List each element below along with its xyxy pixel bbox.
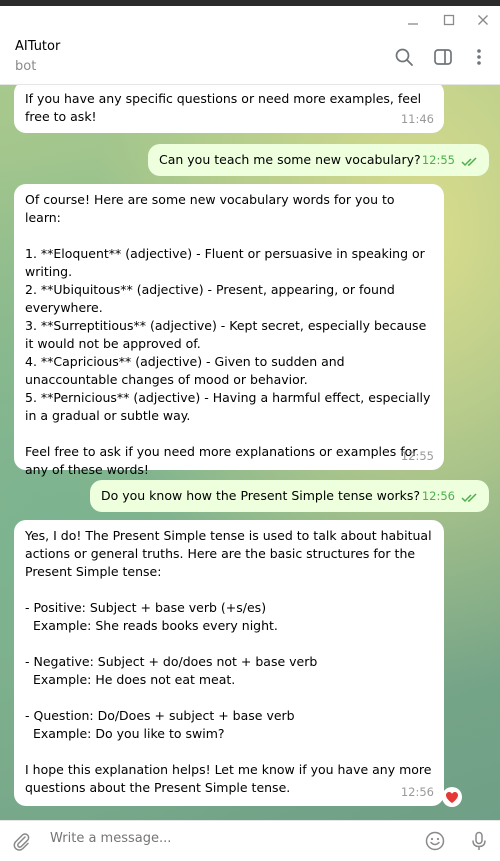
message-incoming[interactable]: If you have any specific questions or ne… — [14, 85, 444, 133]
message-incoming[interactable]: Yes, I do! The Present Simple tense is u… — [14, 520, 444, 806]
attach-icon[interactable] — [10, 830, 32, 852]
message-text: Yes, I do! The Present Simple tense is u… — [25, 528, 432, 795]
heart-icon — [446, 791, 458, 803]
more-vertical-icon[interactable] — [468, 46, 490, 68]
message-text: If you have any specific questions or ne… — [25, 91, 426, 124]
heart-reaction[interactable] — [442, 787, 462, 807]
message-text: Of course! Here are some new vocabulary … — [25, 192, 431, 477]
double-check-icon — [461, 157, 477, 167]
chat-title[interactable]: AITutor — [15, 39, 60, 54]
search-icon[interactable] — [393, 46, 415, 68]
maximize-icon[interactable] — [442, 12, 456, 26]
double-check-icon — [461, 493, 477, 503]
message-time: 11:46 — [400, 112, 434, 126]
microphone-icon[interactable] — [468, 830, 490, 852]
message-time: 12:56 — [400, 785, 434, 799]
message-time: 12:56 — [421, 489, 455, 503]
message-composer — [0, 820, 500, 861]
message-outgoing[interactable]: Can you teach me some new vocabulary? 12… — [148, 144, 489, 176]
message-incoming[interactable]: Of course! Here are some new vocabulary … — [14, 184, 444, 477]
minimize-icon[interactable] — [406, 12, 420, 26]
sidebar-toggle-icon[interactable] — [432, 46, 454, 68]
window-titlebar — [0, 6, 500, 32]
message-time: 12:55 — [421, 153, 455, 167]
message-list[interactable]: If you have any specific questions or ne… — [0, 85, 500, 820]
close-icon[interactable] — [476, 12, 490, 26]
message-input[interactable] — [50, 831, 390, 846]
chat-header: AITutor bot — [0, 32, 500, 85]
message-outgoing[interactable]: Do you know how the Present Simple tense… — [90, 480, 489, 512]
chat-status: bot — [15, 59, 37, 74]
message-time: 12:55 — [400, 449, 434, 463]
emoji-icon[interactable] — [424, 830, 446, 852]
